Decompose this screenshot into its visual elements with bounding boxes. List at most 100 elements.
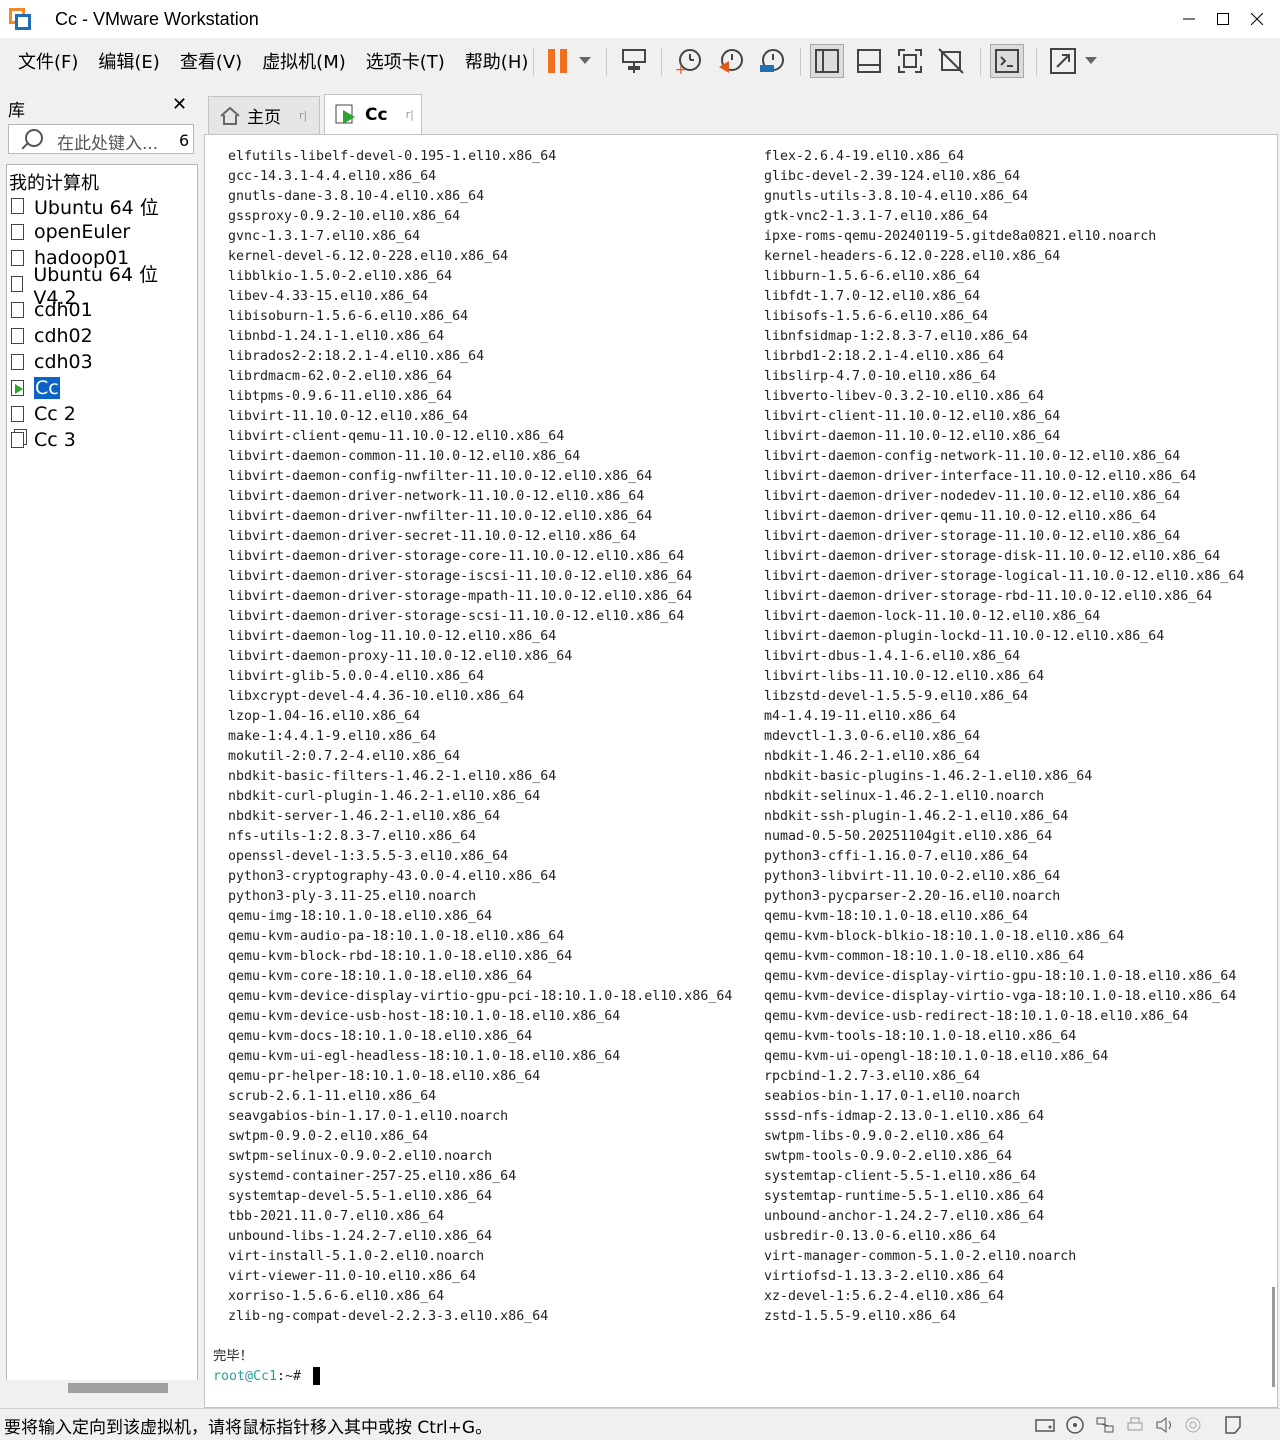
package-line: gcc-14.3.1-4.4.el10.x86_64 bbox=[228, 169, 437, 184]
tab-bar: 主页 r| Cc r| bbox=[204, 88, 1280, 134]
vm-running-icon bbox=[335, 104, 355, 124]
package-line: gvnc-1.3.1-7.el10.x86_64 bbox=[228, 229, 421, 244]
package-line: libxcrypt-devel-4.4.36-10.el10.x86_64 bbox=[228, 689, 525, 704]
snapshot-take-icon[interactable]: + bbox=[672, 44, 706, 78]
library-tree: 我的计算机 Ubuntu 64 位 openEuler hadoop01 Ubu… bbox=[6, 164, 198, 1382]
package-line: libvirt-client-qemu-11.10.0-12.el10.x86_… bbox=[228, 429, 565, 444]
vm-icon bbox=[11, 328, 24, 344]
package-line: libvirt-daemon-common-11.10.0-12.el10.x8… bbox=[228, 449, 581, 464]
thumbnail-view-icon[interactable] bbox=[852, 44, 886, 78]
menu-file[interactable]: 文件(F) bbox=[18, 48, 78, 74]
usb-icon[interactable] bbox=[1182, 1415, 1204, 1435]
package-line: qemu-kvm-docs-18:10.1.0-18.el10.x86_64 bbox=[228, 1029, 533, 1044]
close-icon[interactable]: ✕ bbox=[172, 94, 187, 115]
tree-item-vm[interactable]: Ubuntu 64 位 V4.2 bbox=[11, 264, 197, 309]
vm-console[interactable]: elfutils-libelf-devel-0.195-1.el10.x86_6… bbox=[204, 134, 1278, 1408]
package-line: qemu-kvm-device-display-virtio-vga-18:10… bbox=[764, 989, 1237, 1004]
vm-label: cdh02 bbox=[34, 325, 93, 347]
package-line: qemu-kvm-device-display-virtio-gpu-18:10… bbox=[764, 969, 1237, 984]
package-line: qemu-kvm-device-usb-redirect-18:10.1.0-1… bbox=[764, 1009, 1189, 1024]
package-line: qemu-kvm-tools-18:10.1.0-18.el10.x86_64 bbox=[764, 1029, 1077, 1044]
vm-label: Cc bbox=[34, 377, 60, 399]
hdd-icon[interactable] bbox=[1034, 1415, 1056, 1435]
package-line: gssproxy-0.9.2-10.el10.x86_64 bbox=[228, 209, 461, 224]
scrollbar-thumb[interactable] bbox=[68, 1383, 168, 1393]
search-input[interactable]: 在此处键入... 6 bbox=[8, 124, 194, 154]
menu-view[interactable]: 查看(V) bbox=[180, 48, 242, 74]
package-line: libvirt-daemon-driver-network-11.10.0-12… bbox=[228, 489, 645, 504]
menu-vm[interactable]: 虚拟机(M) bbox=[262, 48, 346, 74]
fullscreen-icon[interactable] bbox=[893, 44, 927, 78]
minimize-icon[interactable] bbox=[1171, 0, 1207, 38]
menu-help[interactable]: 帮助(H) bbox=[465, 48, 529, 74]
unity-icon[interactable] bbox=[934, 44, 968, 78]
tree-item-vm[interactable]: openEuler bbox=[11, 219, 130, 245]
home-icon bbox=[220, 106, 240, 125]
menu-tabs[interactable]: 选项卡(T) bbox=[366, 48, 445, 74]
package-line: libzstd-devel-1.5.5-9.el10.x86_64 bbox=[764, 689, 1029, 704]
package-line: libvirt-daemon-driver-interface-11.10.0-… bbox=[764, 469, 1197, 484]
pause-icon[interactable] bbox=[541, 44, 575, 78]
tab-close-icon[interactable]: r| bbox=[406, 108, 414, 121]
package-line: seabios-bin-1.17.0-1.el10.noarch bbox=[764, 1089, 1021, 1104]
dropdown-icon[interactable] bbox=[574, 44, 596, 78]
printer-icon[interactable] bbox=[1124, 1415, 1146, 1435]
package-line: libnfsidmap-1:2.8.3-7.el10.x86_64 bbox=[764, 329, 1029, 344]
tab-cc[interactable]: Cc r| bbox=[324, 94, 422, 134]
stretch-icon[interactable] bbox=[1046, 44, 1080, 78]
toolbar-separator bbox=[533, 48, 534, 76]
package-line: libvirt-daemon-lock-11.10.0-12.el10.x86_… bbox=[764, 609, 1101, 624]
send-ctrl-alt-del-icon[interactable] bbox=[617, 44, 651, 78]
package-line: nbdkit-selinux-1.46.2-1.el10.noarch bbox=[764, 789, 1045, 804]
package-line: libvirt-daemon-driver-storage-rbd-11.10.… bbox=[764, 589, 1213, 604]
package-line: libblkio-1.5.0-2.el10.x86_64 bbox=[228, 269, 453, 284]
package-line: librbd1-2:18.2.1-4.el10.x86_64 bbox=[764, 349, 1005, 364]
package-line: scrub-2.6.1-11.el10.x86_64 bbox=[228, 1089, 437, 1104]
package-line: qemu-kvm-ui-opengl-18:10.1.0-18.el10.x86… bbox=[764, 1049, 1109, 1064]
package-line: libvirt-daemon-proxy-11.10.0-12.el10.x86… bbox=[228, 649, 573, 664]
snapshot-manager-icon[interactable] bbox=[755, 44, 789, 78]
menu-edit[interactable]: 编辑(E) bbox=[98, 48, 159, 74]
tree-item-vm[interactable]: cdh02 bbox=[11, 323, 93, 349]
package-line: librados2-2:18.2.1-4.el10.x86_64 bbox=[228, 349, 485, 364]
library-hscrollbar[interactable] bbox=[6, 1380, 198, 1396]
vm-icon bbox=[11, 354, 24, 370]
package-line: flex-2.6.4-19.el10.x86_64 bbox=[764, 149, 965, 164]
tab-close-icon[interactable]: r| bbox=[299, 109, 307, 122]
window-title: Cc - VMware Workstation bbox=[55, 8, 259, 29]
package-line: xorriso-1.5.6-6.el10.x86_64 bbox=[228, 1289, 445, 1304]
package-line: libslirp-4.7.0-10.el10.x86_64 bbox=[764, 369, 997, 384]
tree-item-vm[interactable]: Cc 3 bbox=[11, 427, 76, 453]
package-line: swtpm-tools-0.9.0-2.el10.x86_64 bbox=[764, 1149, 1013, 1164]
tree-item-vm-selected[interactable]: Cc bbox=[11, 375, 60, 401]
package-line: libvirt-daemon-config-nwfilter-11.10.0-1… bbox=[228, 469, 653, 484]
tab-home[interactable]: 主页 r| bbox=[208, 96, 320, 134]
sound-icon[interactable] bbox=[1154, 1415, 1176, 1435]
status-message: 要将输入定向到该虚拟机，请将鼠标指针移入其中或按 Ctrl+G。 bbox=[4, 1418, 493, 1438]
tree-item-vm[interactable]: cdh03 bbox=[11, 349, 93, 375]
package-line: swtpm-selinux-0.9.0-2.el10.noarch bbox=[228, 1149, 493, 1164]
tree-item-vm[interactable]: Ubuntu 64 位 bbox=[11, 193, 159, 219]
console-view-icon[interactable] bbox=[990, 44, 1024, 78]
tree-item-vm[interactable]: cdh01 bbox=[11, 297, 93, 323]
snapshot-revert-icon[interactable] bbox=[714, 44, 748, 78]
package-line: swtpm-0.9.0-2.el10.x86_64 bbox=[228, 1129, 429, 1144]
package-line: libvirt-glib-5.0.0-4.el10.x86_64 bbox=[228, 669, 485, 684]
dropdown-icon[interactable] bbox=[1080, 44, 1102, 78]
tree-item-vm[interactable]: Cc 2 bbox=[11, 401, 76, 427]
package-line: libverto-libev-0.3.2-10.el10.x86_64 bbox=[764, 389, 1045, 404]
package-line: libev-4.33-15.el10.x86_64 bbox=[228, 289, 429, 304]
network-icon[interactable] bbox=[1094, 1415, 1116, 1435]
vm-label: Ubuntu 64 位 bbox=[34, 196, 159, 219]
package-line: nbdkit-basic-filters-1.46.2-1.el10.x86_6… bbox=[228, 769, 557, 784]
console-scrollbar[interactable] bbox=[1272, 1287, 1275, 1387]
library-view-icon[interactable] bbox=[810, 44, 844, 78]
package-line: seavgabios-bin-1.17.0-1.el10.noarch bbox=[228, 1109, 509, 1124]
message-icon[interactable] bbox=[1222, 1415, 1244, 1435]
package-line: libvirt-daemon-driver-nwfilter-11.10.0-1… bbox=[228, 509, 653, 524]
maximize-icon[interactable] bbox=[1205, 0, 1241, 38]
cd-icon[interactable] bbox=[1064, 1415, 1086, 1435]
package-line: libvirt-daemon-driver-storage-iscsi-11.1… bbox=[228, 569, 693, 584]
tree-root-my-computer[interactable]: 我的计算机 bbox=[9, 169, 99, 195]
close-icon[interactable] bbox=[1239, 0, 1275, 38]
